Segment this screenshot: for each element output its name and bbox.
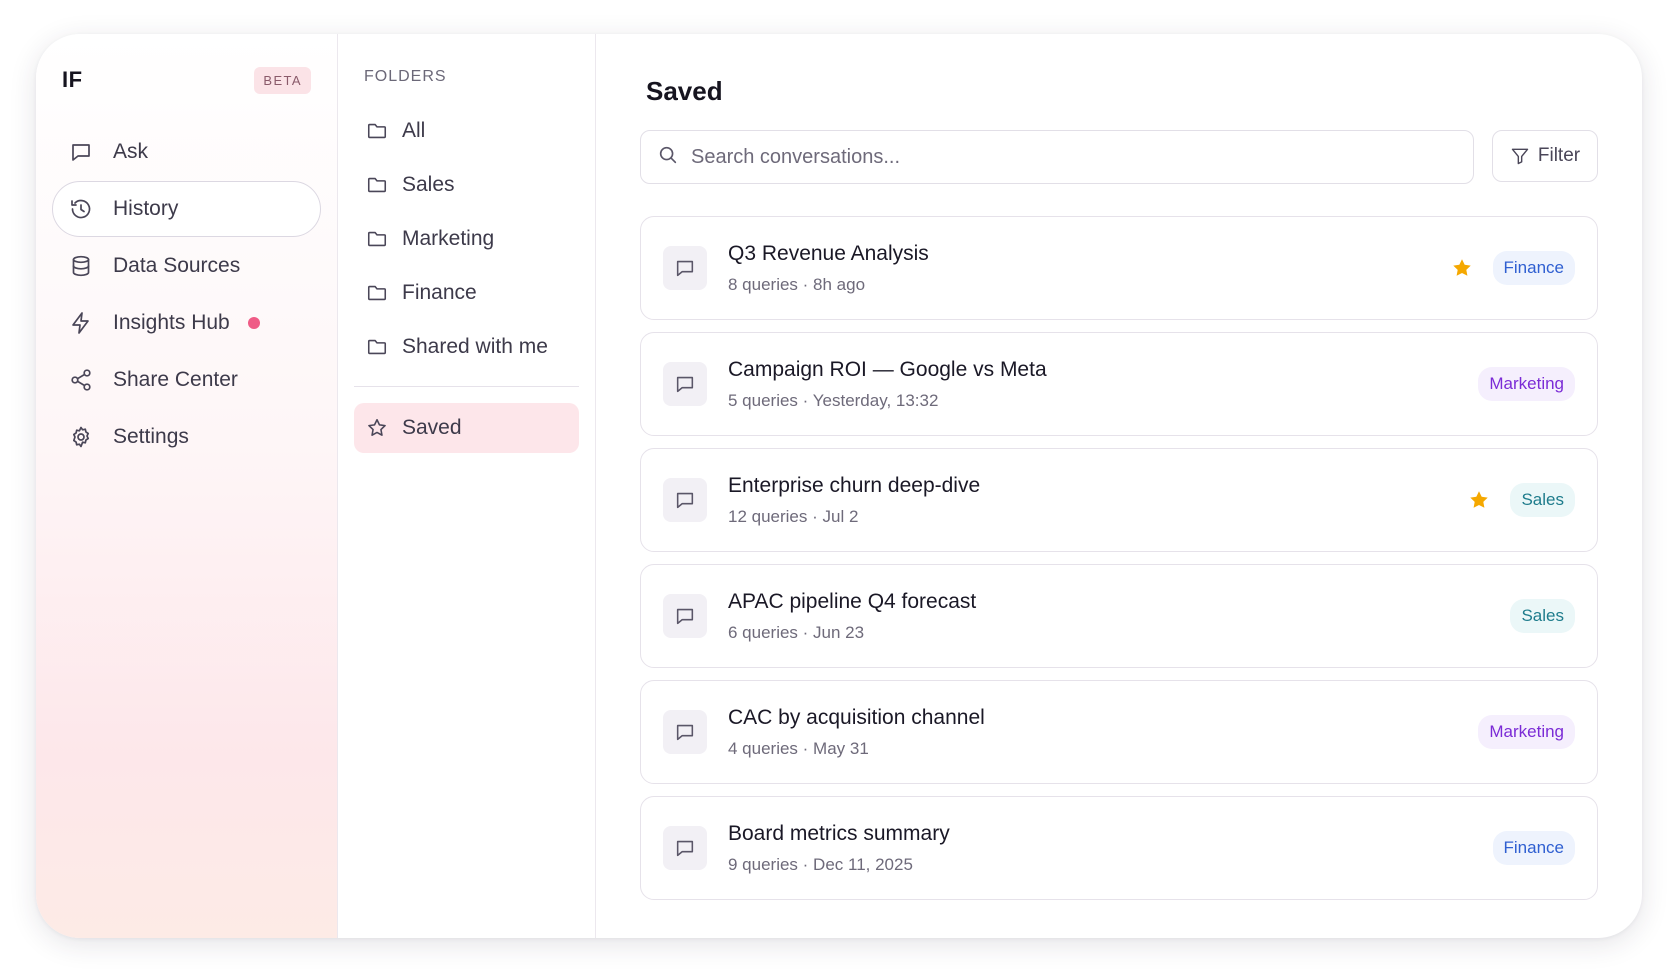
- sidebar-item-settings[interactable]: Settings: [52, 409, 321, 465]
- folder-icon: [366, 174, 388, 196]
- search-box[interactable]: [640, 130, 1474, 184]
- folder-saved[interactable]: Saved: [354, 403, 579, 453]
- search-input[interactable]: [691, 145, 1457, 169]
- sidebar-item-label: Share Center: [113, 368, 238, 391]
- app-window: IF BETA Ask History Data Sources Insight…: [36, 34, 1642, 938]
- conversation-title: Q3 Revenue Analysis: [728, 242, 929, 265]
- filter-button[interactable]: Filter: [1492, 130, 1598, 182]
- star-icon[interactable]: [1468, 489, 1490, 511]
- conversation-title: Enterprise churn deep-dive: [728, 474, 981, 497]
- beta-badge: BETA: [254, 66, 311, 94]
- chat-icon: [663, 478, 707, 522]
- conversation-card[interactable]: Enterprise churn deep-dive 12 queries · …: [640, 448, 1598, 552]
- brand-row: IF BETA: [52, 64, 321, 96]
- folder-shared-with-me[interactable]: Shared with me: [354, 322, 579, 372]
- chat-icon: [663, 362, 707, 406]
- folders-header: FOLDERS: [364, 68, 447, 85]
- conversation-list: Q3 Revenue Analysis 8 queries · 8h ago F…: [640, 216, 1598, 900]
- folder-label: Shared with me: [402, 335, 548, 358]
- share-icon: [69, 368, 93, 392]
- notification-dot: [247, 317, 260, 329]
- database-icon: [69, 254, 93, 278]
- main-content: Saved Filter Q3 Revenue Analysis 8 queri…: [596, 34, 1642, 938]
- sidebar-nav: Ask History Data Sources Insights Hub Sh…: [52, 124, 321, 465]
- chat-icon: [663, 710, 707, 754]
- conversation-card[interactable]: APAC pipeline Q4 forecast 6 queries · Ju…: [640, 564, 1598, 668]
- folders-panel: FOLDERS All Sales Marketing Finance Shar…: [338, 34, 596, 938]
- sidebar-item-ask[interactable]: Ask: [52, 124, 321, 180]
- sidebar-item-data-sources[interactable]: Data Sources: [52, 238, 321, 294]
- folder-icon: [366, 282, 388, 304]
- sidebar-item-label: Data Sources: [113, 254, 241, 277]
- conversation-text: Board metrics summary 9 queries · Dec 11…: [728, 821, 1493, 875]
- sidebar-item-share-center[interactable]: Share Center: [52, 352, 321, 408]
- conversation-text: CAC by acquisition channel 4 queries · M…: [728, 705, 1478, 759]
- sidebar-item-insights-hub[interactable]: Insights Hub: [52, 295, 321, 351]
- chat-icon: [69, 140, 93, 164]
- sidebar: IF BETA Ask History Data Sources Insight…: [36, 34, 338, 938]
- conversation-meta: 9 queries · Dec 11, 2025: [728, 855, 913, 874]
- conversation-text: APAC pipeline Q4 forecast 6 queries · Ju…: [728, 589, 1510, 643]
- sidebar-item-label: Settings: [113, 425, 189, 448]
- star-outline-icon: [366, 417, 388, 439]
- search-icon: [657, 144, 679, 171]
- folder-icon: [366, 336, 388, 358]
- tag-badge: Marketing: [1478, 715, 1575, 749]
- conversation-meta: 4 queries · May 31: [728, 739, 869, 758]
- app-logo: IF: [62, 67, 83, 92]
- sidebar-item-label: Insights Hub: [113, 311, 230, 334]
- conversation-card[interactable]: CAC by acquisition channel 4 queries · M…: [640, 680, 1598, 784]
- tag-badge: Finance: [1492, 831, 1575, 865]
- tag-badge: Sales: [1510, 483, 1575, 517]
- folder-label: Saved: [402, 416, 462, 439]
- conversation-meta: 12 queries · Jul 2: [728, 507, 859, 526]
- lightning-icon: [69, 311, 93, 335]
- chat-icon: [663, 246, 707, 290]
- gear-icon: [69, 425, 93, 449]
- folder-finance[interactable]: Finance: [354, 268, 579, 318]
- page-title: Saved: [646, 76, 723, 106]
- folder-icon: [366, 120, 388, 142]
- search-row: Filter: [640, 130, 1598, 184]
- folders-divider: [354, 386, 579, 387]
- tag-badge: Marketing: [1478, 367, 1575, 401]
- conversation-text: Campaign ROI — Google vs Meta 5 queries …: [728, 357, 1478, 411]
- folder-icon: [366, 228, 388, 250]
- conversation-text: Enterprise churn deep-dive 12 queries · …: [728, 473, 1468, 527]
- conversation-title: Board metrics summary: [728, 822, 950, 845]
- folder-sales[interactable]: Sales: [354, 160, 579, 210]
- sidebar-item-label: History: [113, 197, 179, 220]
- folder-label: Sales: [402, 173, 455, 196]
- folder-all[interactable]: All: [354, 106, 579, 156]
- chat-icon: [663, 826, 707, 870]
- filter-label: Filter: [1537, 145, 1581, 166]
- conversation-card[interactable]: Q3 Revenue Analysis 8 queries · 8h ago F…: [640, 216, 1598, 320]
- chat-icon: [663, 594, 707, 638]
- sidebar-item-label: Ask: [113, 140, 149, 163]
- filter-icon: [1511, 148, 1529, 165]
- conversation-title: Campaign ROI — Google vs Meta: [728, 358, 1047, 381]
- folder-marketing[interactable]: Marketing: [354, 214, 579, 264]
- folder-label: All: [402, 119, 426, 142]
- conversation-title: CAC by acquisition channel: [728, 706, 985, 729]
- star-icon[interactable]: [1451, 257, 1473, 279]
- tag-badge: Sales: [1510, 599, 1575, 633]
- conversation-card[interactable]: Campaign ROI — Google vs Meta 5 queries …: [640, 332, 1598, 436]
- folder-label: Finance: [402, 281, 477, 304]
- folder-label: Marketing: [402, 227, 495, 250]
- conversation-card[interactable]: Board metrics summary 9 queries · Dec 11…: [640, 796, 1598, 900]
- conversation-meta: 8 queries · 8h ago: [728, 275, 866, 294]
- conversation-text: Q3 Revenue Analysis 8 queries · 8h ago: [728, 241, 1451, 295]
- sidebar-item-history[interactable]: History: [52, 181, 321, 237]
- conversation-title: APAC pipeline Q4 forecast: [728, 590, 977, 613]
- conversation-meta: 6 queries · Jun 23: [728, 623, 865, 642]
- tag-badge: Finance: [1492, 251, 1575, 285]
- conversation-meta: 5 queries · Yesterday, 13:32: [728, 391, 939, 410]
- history-icon: [69, 197, 93, 221]
